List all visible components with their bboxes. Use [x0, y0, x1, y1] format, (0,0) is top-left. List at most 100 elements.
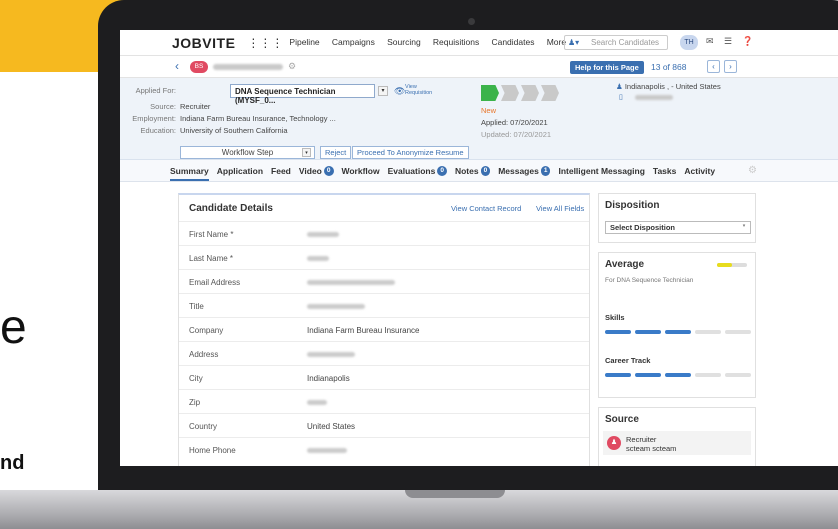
nav-requisitions[interactable]: Requisitions [433, 37, 479, 47]
applied-for-select[interactable]: DNA Sequence Technician (MYSF_0... [230, 84, 375, 105]
career-track-label: Career Track [605, 356, 651, 365]
count-badge: 0 [480, 165, 491, 176]
tab-evaluations[interactable]: Evaluations 0 [388, 165, 447, 176]
background-text-fragment: e [0, 301, 27, 354]
user-avatar[interactable]: TH [680, 35, 698, 50]
employment-row: Employment: Indiana Farm Bureau Insurance… [132, 114, 336, 123]
field-row: City Indianapolis [179, 365, 589, 389]
field-row: Company Indiana Farm Bureau Insurance [179, 317, 589, 341]
field-row: Address [179, 341, 589, 365]
nav-pipeline[interactable]: Pipeline [289, 37, 319, 47]
nav-sourcing[interactable]: Sourcing [387, 37, 421, 47]
webcam [468, 18, 475, 25]
career-track-rating [605, 373, 755, 377]
panel-title: Candidate Details [189, 203, 273, 214]
rating-segment [725, 373, 751, 377]
field-row: First Name * [179, 221, 589, 245]
tab-bar: Summary Application Feed Video 0 Workflow… [120, 160, 838, 182]
education-row: Education: University of Southern Califor… [140, 126, 288, 135]
eye-icon[interactable]: 👁 [394, 86, 405, 97]
progress-step [521, 85, 539, 101]
search-input[interactable]: Search Candidates [564, 35, 668, 50]
recruiter-icon: ♟ [607, 436, 621, 450]
background-text-fragment-2: nd [0, 452, 25, 474]
rating-segment [665, 330, 691, 334]
chevron-down-icon[interactable]: ▾ [302, 148, 311, 157]
field-row: Email Address [179, 269, 589, 293]
app-grid-icon[interactable]: ⋮⋮⋮ [247, 36, 283, 50]
rating-segment [605, 330, 631, 334]
status-label: New [481, 106, 497, 115]
count-badge: 1 [540, 165, 551, 176]
people-search-icon[interactable]: ♟▾ [568, 38, 579, 47]
field-row: Title [179, 293, 589, 317]
laptop-notch [405, 490, 505, 498]
mail-icon[interactable]: ✉ [706, 36, 714, 47]
prev-candidate-button[interactable]: ‹ [707, 60, 720, 73]
field-row: Zip [179, 389, 589, 413]
rating-segment [695, 330, 721, 334]
nav-campaigns[interactable]: Campaigns [332, 37, 375, 47]
field-row: Country United States [179, 413, 589, 437]
gear-icon[interactable]: ⚙ [748, 165, 757, 176]
tab-summary[interactable]: Summary [170, 166, 209, 181]
candidate-details-panel: Candidate Details View Contact Record Vi… [178, 193, 590, 466]
rating-segment [665, 373, 691, 377]
anonymize-button[interactable]: Proceed To Anonymize Resume [352, 146, 469, 159]
rating-segment [725, 330, 751, 334]
tab-video[interactable]: Video 0 [299, 165, 334, 176]
tab-messages[interactable]: Messages 1 [498, 165, 551, 176]
tab-application[interactable]: Application [217, 166, 263, 176]
candidate-subbar: ‹ BS ⚙ Help for this Page 13 of 868 ‹ › [120, 56, 838, 78]
view-contact-record-link[interactable]: View Contact Record [451, 204, 521, 213]
jobvite-logo[interactable]: JOBVITE [172, 35, 235, 51]
phone-redacted [635, 95, 673, 100]
updated-date: Updated: 07/20/2021 [481, 130, 552, 139]
phone-icon: ▯ [619, 94, 623, 101]
skills-rating [605, 330, 755, 334]
value-redacted [307, 352, 355, 357]
location-icon: ♟ [616, 82, 623, 91]
nav-candidates[interactable]: Candidates [491, 37, 534, 47]
value-redacted [307, 280, 395, 285]
value-redacted [307, 256, 329, 261]
view-all-fields-link[interactable]: View All Fields [536, 204, 584, 213]
settings-icon[interactable]: ⚙ [288, 61, 296, 72]
average-score-bar [717, 263, 747, 267]
reject-button[interactable]: Reject [320, 146, 352, 159]
applied-date: Applied: 07/20/2021 [481, 118, 548, 127]
list-icon[interactable]: ☰ [724, 36, 732, 47]
tab-notes[interactable]: Notes 0 [455, 165, 491, 176]
disposition-select[interactable]: Select Disposition [605, 221, 751, 234]
back-chevron-icon[interactable]: ‹ [175, 59, 179, 73]
chevron-down-icon[interactable]: ▾ [378, 86, 388, 96]
value-redacted [307, 304, 365, 309]
tab-feed[interactable]: Feed [271, 166, 291, 176]
rating-segment [635, 373, 661, 377]
help-icon[interactable]: ❓ [742, 36, 753, 47]
next-candidate-button[interactable]: › [724, 60, 737, 73]
workflow-progress [481, 85, 561, 101]
count-badge: 0 [437, 165, 447, 176]
candidate-name-redacted [213, 64, 283, 70]
chevron-down-icon[interactable]: ▾ [740, 223, 748, 231]
tab-intelligent-messaging[interactable]: Intelligent Messaging [558, 166, 644, 176]
tab-tasks[interactable]: Tasks [653, 166, 676, 176]
tab-activity[interactable]: Activity [684, 166, 715, 176]
source-panel: Source ♟ Recruiter scteam scteam [598, 407, 756, 466]
average-panel: Average For DNA Sequence Technician Skil… [598, 252, 756, 398]
help-page-button[interactable]: Help for this Page [570, 61, 644, 74]
average-subtitle: For DNA Sequence Technician [605, 277, 694, 284]
workflow-step-select[interactable]: Workflow Step [180, 146, 315, 159]
tab-workflow[interactable]: Workflow [342, 166, 380, 176]
view-requisition-link[interactable]: View Requisition [405, 84, 439, 96]
average-title: Average [605, 259, 645, 270]
main-nav: Pipeline Campaigns Sourcing Requisitions… [289, 37, 585, 48]
candidate-avatar: BS [190, 61, 208, 73]
field-row: Last Name * [179, 245, 589, 269]
applied-for-row: Applied For: [135, 86, 176, 95]
location: ♟ Indianapolis , - United States [616, 82, 721, 91]
rating-segment [635, 330, 661, 334]
disposition-panel: Disposition Select Disposition ▾ [598, 193, 756, 243]
field-row: Home Phone [179, 437, 589, 461]
